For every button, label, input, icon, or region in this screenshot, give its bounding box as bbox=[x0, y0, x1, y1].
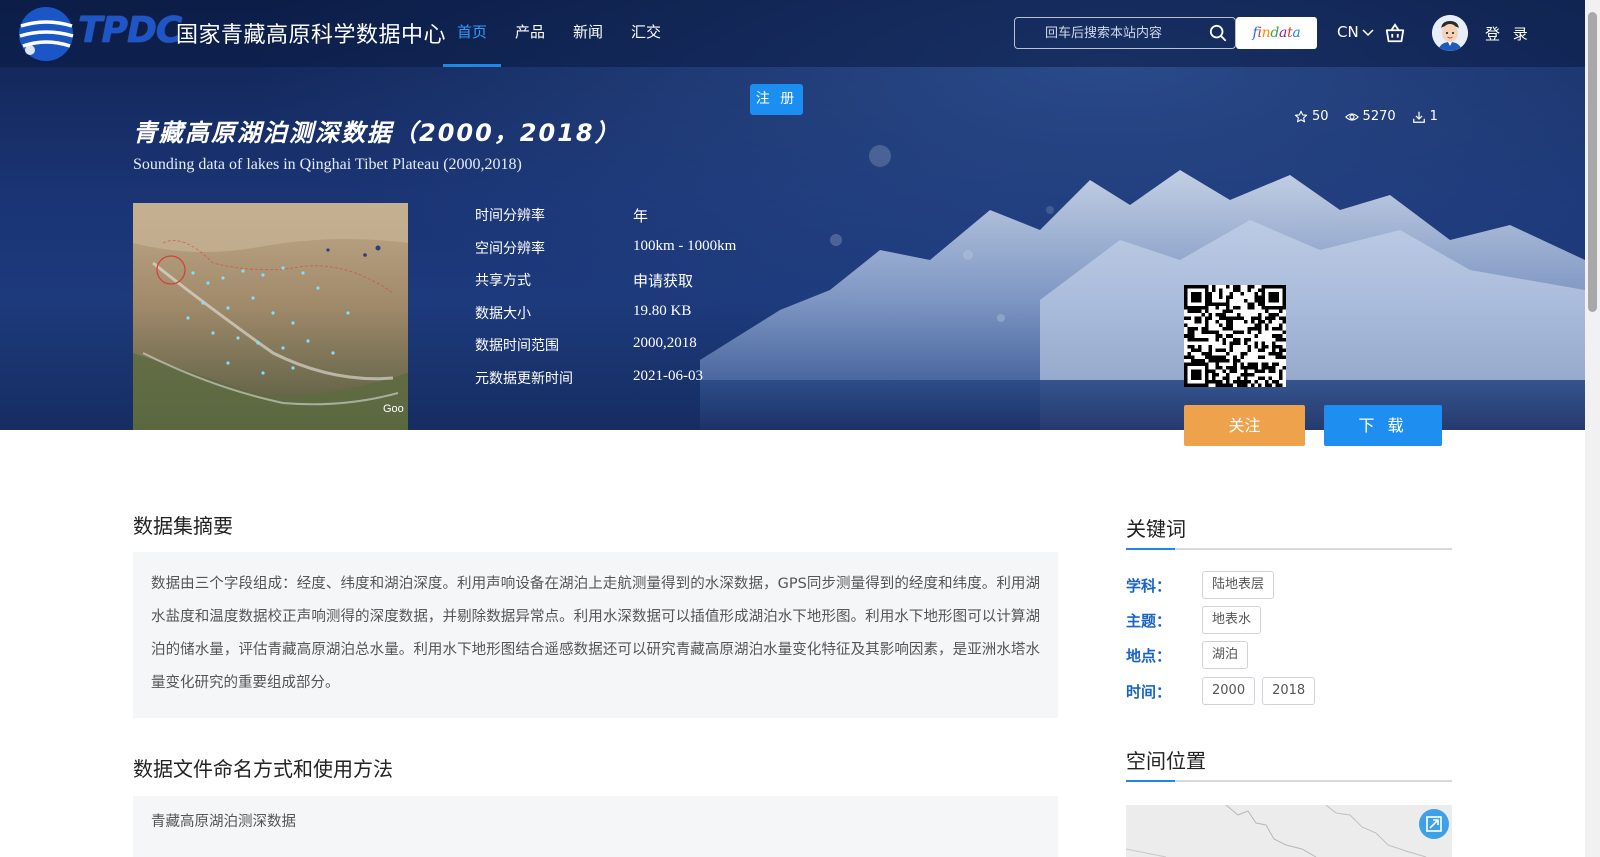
search-icon[interactable] bbox=[1209, 24, 1227, 42]
dataset-title-cn: 青藏高原湖泊测深数据（2000，2018） bbox=[133, 119, 621, 147]
basket-icon[interactable] bbox=[1384, 22, 1406, 44]
user-avatar-icon bbox=[1432, 15, 1468, 51]
abstract-heading: 数据集摘要 bbox=[133, 514, 233, 538]
keyword-tag[interactable]: 2018 bbox=[1262, 677, 1316, 705]
view-count-value: 5270 bbox=[1362, 109, 1396, 124]
findata-link[interactable]: findata bbox=[1236, 17, 1317, 49]
file-naming-text: 青藏高原湖泊测深数据 bbox=[133, 796, 1058, 857]
register-button[interactable]: 注 册 bbox=[750, 84, 803, 115]
search-box bbox=[1014, 17, 1236, 49]
keyword-tag[interactable]: 湖泊 bbox=[1202, 641, 1249, 669]
page-scrollbar[interactable] bbox=[1585, 0, 1600, 857]
download-icon bbox=[1412, 111, 1425, 123]
login-link[interactable]: 登 录 bbox=[1485, 23, 1532, 44]
satellite-map-image: Goo bbox=[133, 203, 408, 430]
main-nav: 首页 产品 新闻 汇交 bbox=[443, 0, 675, 67]
scrollbar-thumb[interactable] bbox=[1588, 12, 1597, 312]
metadata-label: 数据大小 bbox=[475, 305, 531, 322]
findata-letter: a bbox=[1292, 25, 1301, 41]
language-label: CN bbox=[1337, 23, 1359, 41]
nav-home[interactable]: 首页 bbox=[443, 0, 502, 67]
map-outline bbox=[1126, 805, 1427, 857]
keyword-tag[interactable]: 陆地表层 bbox=[1202, 571, 1275, 599]
metadata-label: 时间分辨率 bbox=[475, 208, 545, 224]
metadata-value: 申请获取 bbox=[633, 274, 694, 290]
location-heading: 空间位置 bbox=[1126, 745, 1452, 782]
findata-letter: d bbox=[1270, 25, 1280, 41]
search-input[interactable] bbox=[1015, 18, 1205, 48]
nav-news[interactable]: 新闻 bbox=[559, 0, 617, 67]
keyword-row-theme: 主题： 地表水 bbox=[1126, 606, 1268, 634]
metadata-label: 共享方式 bbox=[475, 273, 531, 289]
metadata-value: 2000,2018 bbox=[633, 335, 697, 351]
findata-letter: a bbox=[1279, 25, 1288, 41]
metadata-label: 数据时间范围 bbox=[475, 338, 559, 354]
download-count-value: 1 bbox=[1429, 109, 1438, 124]
tpdc-globe-logo[interactable] bbox=[16, 4, 76, 64]
file-naming-heading: 数据文件命名方式和使用方法 bbox=[133, 757, 393, 781]
chevron-down-icon bbox=[1362, 29, 1374, 37]
keyword-row-discipline: 学科： 陆地表层 bbox=[1126, 571, 1281, 599]
eye-icon bbox=[1344, 112, 1359, 121]
keyword-label: 时间： bbox=[1126, 682, 1172, 701]
metadata-label: 元数据更新时间 bbox=[475, 370, 573, 387]
metadata-value: 2021-06-03 bbox=[633, 367, 703, 384]
dataset-thumbnail[interactable]: Goo bbox=[133, 203, 408, 430]
avatar[interactable] bbox=[1432, 15, 1468, 51]
view-count: 5270 bbox=[1344, 109, 1396, 124]
language-selector[interactable]: CN bbox=[1337, 23, 1374, 41]
keyword-label: 学科： bbox=[1126, 576, 1172, 595]
download-count: 1 bbox=[1412, 109, 1438, 124]
qr-code bbox=[1184, 285, 1286, 387]
keyword-row-place: 地点： 湖泊 bbox=[1126, 641, 1255, 669]
location-map[interactable] bbox=[1126, 805, 1452, 857]
star-icon bbox=[1294, 110, 1308, 122]
nav-submit[interactable]: 汇交 bbox=[617, 0, 675, 67]
metadata-value: 100km - 1000km bbox=[633, 237, 737, 254]
logo-wordmark[interactable]: TPDC bbox=[78, 10, 182, 51]
thumbnail-watermark: Goo bbox=[383, 403, 404, 415]
dataset-title-en: Sounding data of lakes in Qinghai Tibet … bbox=[133, 156, 522, 173]
expand-icon bbox=[1426, 816, 1442, 832]
keyword-label: 地点： bbox=[1126, 646, 1172, 665]
map-fullscreen-button[interactable] bbox=[1419, 809, 1449, 839]
download-button[interactable]: 下 载 bbox=[1324, 405, 1442, 446]
metadata-value: 19.80 KB bbox=[633, 302, 692, 319]
dataset-stats: 50 5270 1 bbox=[1294, 109, 1438, 124]
metadata-value: 年 bbox=[633, 209, 649, 225]
keyword-tag[interactable]: 2000 bbox=[1202, 677, 1256, 705]
star-count[interactable]: 50 bbox=[1294, 109, 1329, 124]
abstract-text: 数据由三个字段组成：经度、纬度和湖泊深度。利用声响设备在湖泊上走航测量得到的水深… bbox=[133, 552, 1058, 718]
star-count-value: 50 bbox=[1312, 109, 1329, 124]
nav-products[interactable]: 产品 bbox=[501, 0, 559, 67]
site-name[interactable]: 国家青藏高原科学数据中心 bbox=[176, 17, 446, 49]
keyword-label: 主题： bbox=[1126, 611, 1172, 630]
metadata-label: 空间分辨率 bbox=[475, 240, 545, 257]
keyword-row-time: 时间： 2000 2018 bbox=[1126, 677, 1322, 705]
keyword-tag[interactable]: 地表水 bbox=[1202, 606, 1262, 634]
keywords-heading: 关键词 bbox=[1126, 513, 1452, 550]
follow-button[interactable]: 关注 bbox=[1184, 405, 1305, 446]
